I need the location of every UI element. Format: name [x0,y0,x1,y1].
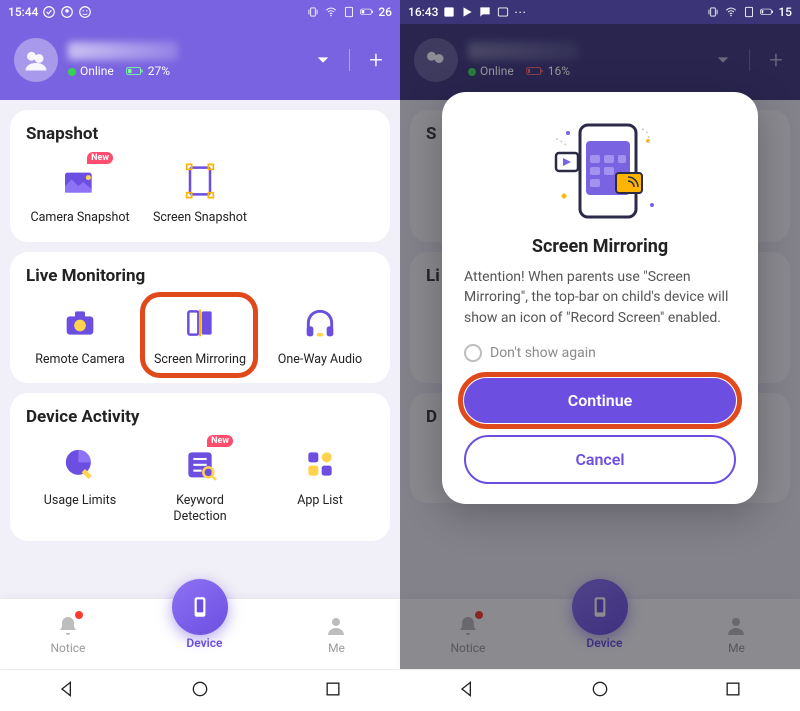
camera-snapshot-tile[interactable]: New Camera Snapshot [20,154,140,230]
keyword-detection-tile[interactable]: New Keyword Detection [140,437,260,528]
battery-icon [760,5,774,19]
right-screen: 16:43 ··· 15 Online 16% [400,0,800,711]
device-name-blurred [68,42,178,60]
remote-camera-tile[interactable]: Remote Camera [20,296,140,372]
notification-dot [75,611,83,619]
app-list-icon [297,441,343,487]
snapshot-title: Snapshot [26,124,380,144]
new-badge: New [87,152,113,164]
image-icon [496,5,510,19]
device-picker-caret[interactable] [313,50,333,70]
android-softkeys [400,669,800,711]
one-way-audio-tile[interactable]: One-Way Audio [260,296,380,372]
dialog-title: Screen Mirroring [464,236,736,257]
dont-show-again-checkbox[interactable]: Don't show again [464,344,736,362]
child-battery: 27% [126,64,170,78]
status-time: 16:43 [408,5,438,19]
wifi-icon [724,5,738,19]
app-icon [442,5,456,19]
snapshot-card: Snapshot New Camera Snapshot Screen Snap… [10,110,390,242]
chat-icon [478,5,492,19]
add-device-button[interactable]: + [366,50,386,70]
person-circle-icon [60,5,74,19]
app-list-tile[interactable]: App List [260,437,380,528]
new-badge: New [207,435,233,447]
status-time: 15:44 [8,5,38,19]
avatar[interactable] [14,38,58,82]
continue-button[interactable]: Continue [464,378,736,423]
screen-mirroring-tile[interactable]: Screen Mirroring [140,296,260,372]
back-key[interactable] [457,679,477,703]
bell-icon [55,613,81,639]
smiley-icon [78,5,92,19]
radio-unchecked-icon [464,344,482,362]
recents-key[interactable] [323,679,343,703]
live-monitoring-card: Live Monitoring Remote Camera Screen Mir… [10,252,390,384]
cancel-button[interactable]: Cancel [464,435,736,484]
battery-icon [360,5,374,19]
sim-icon [342,5,356,19]
usage-limits-icon [57,441,103,487]
screen-snapshot-tile[interactable]: Screen Snapshot [140,154,260,230]
dialog-body: Attention! When parents use "Screen Mirr… [464,267,736,328]
status-bar: 16:43 ··· 15 [400,0,800,24]
vibrate-icon [306,5,320,19]
vibrate-icon [706,5,720,19]
keyword-detection-icon: New [177,441,223,487]
sim-icon [742,5,756,19]
nav-device-fab[interactable] [172,579,228,635]
status-bar: 15:44 26 [0,0,400,24]
nav-me[interactable]: Me [323,613,349,655]
dialog-illustration [464,110,736,230]
left-screen: 15:44 26 Online 27% [0,0,400,711]
camera-snapshot-icon: New [57,158,103,204]
play-icon [460,5,474,19]
live-monitoring-title: Live Monitoring [26,266,380,286]
status-battery-pct: 15 [778,5,792,19]
person-icon [323,613,349,639]
usage-limits-tile[interactable]: Usage Limits [20,437,140,528]
home-key[interactable] [590,679,610,703]
wifi-icon [324,5,338,19]
online-status: Online [68,64,114,78]
more-icon: ··· [514,6,526,19]
back-key[interactable] [57,679,77,703]
headphones-icon [297,300,343,346]
device-activity-card: Device Activity Usage Limits New Keyword… [10,393,390,540]
nav-notice[interactable]: Notice [51,613,86,655]
nav-device[interactable]: Device [186,636,222,650]
screen-mirroring-icon [177,300,223,346]
checkmark-circle-icon [42,5,56,19]
device-activity-title: Device Activity [26,407,380,427]
android-softkeys [0,669,400,711]
camera-icon [57,300,103,346]
screen-snapshot-icon [177,158,223,204]
home-key[interactable] [190,679,210,703]
app-header: Online 27% + [0,24,400,100]
recents-key[interactable] [723,679,743,703]
bottom-nav: Notice Device Me [0,599,400,669]
status-battery-pct: 26 [378,5,392,19]
screen-mirroring-dialog: Screen Mirroring Attention! When parents… [442,92,758,504]
